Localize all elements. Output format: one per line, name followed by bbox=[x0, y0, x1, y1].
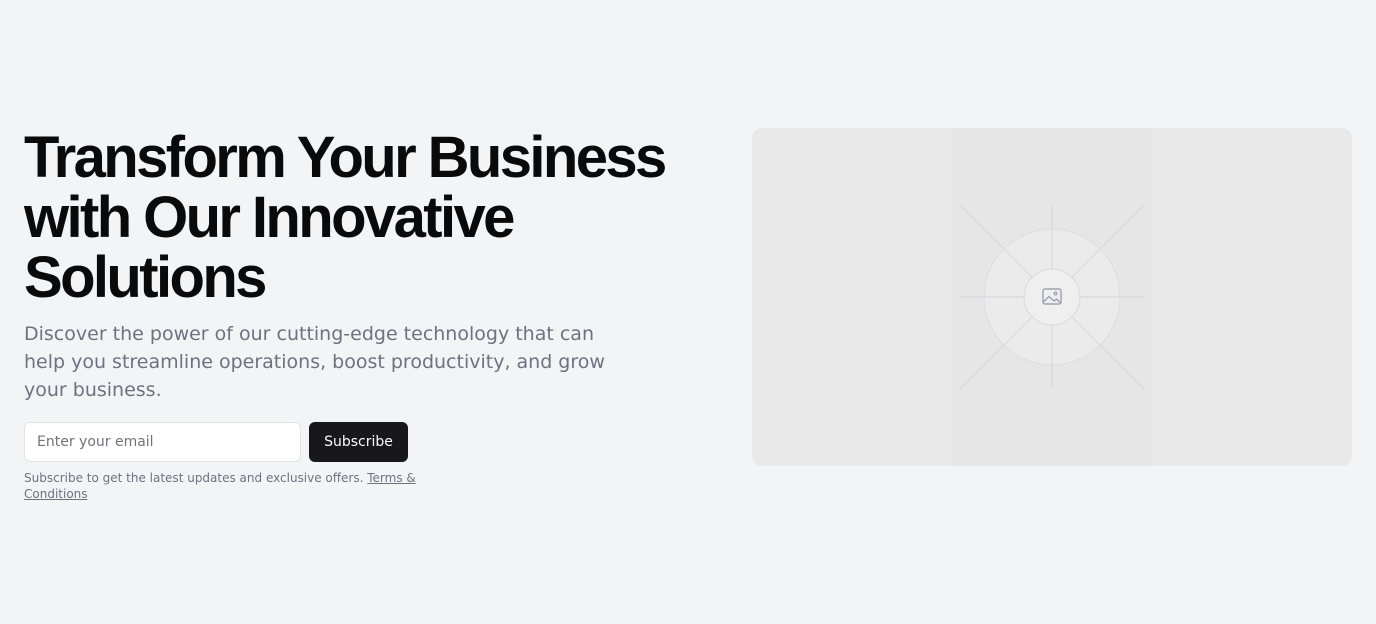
subscribe-button[interactable]: Subscribe bbox=[309, 422, 408, 462]
hero-content: Transform Your Business with Our Innovat… bbox=[24, 128, 724, 502]
hero-subtitle: Discover the power of our cutting-edge t… bbox=[24, 323, 605, 401]
subscribe-note-text: Subscribe to get the latest updates and … bbox=[24, 471, 368, 485]
hero-section: Transform Your Business with Our Innovat… bbox=[0, 0, 1376, 624]
email-input[interactable] bbox=[24, 422, 301, 462]
subscribe-form: Subscribe bbox=[24, 422, 724, 462]
hero-image-placeholder bbox=[752, 128, 1352, 466]
placeholder-graphic bbox=[952, 128, 1152, 466]
subscribe-note: Subscribe to get the latest updates and … bbox=[24, 470, 424, 502]
hero-title: Transform Your Business with Our Innovat… bbox=[24, 125, 667, 310]
